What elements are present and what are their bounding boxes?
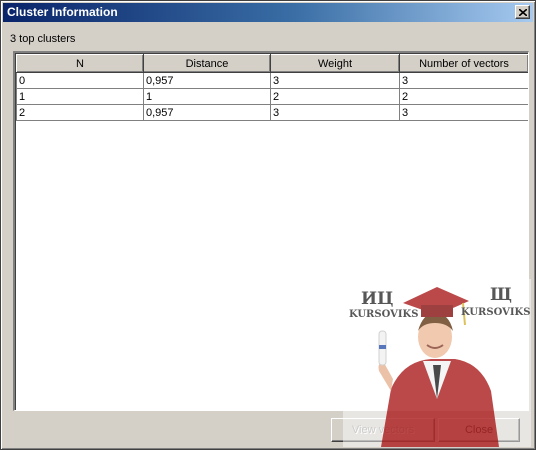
column-header-number-of-vectors[interactable]: Number of vectors — [399, 54, 528, 73]
table-row[interactable]: 0 0,957 3 3 — [16, 72, 528, 89]
cell-number-of-vectors: 2 — [399, 88, 528, 105]
column-header-distance[interactable]: Distance — [143, 54, 271, 73]
close-x-icon — [519, 9, 527, 16]
cell-n: 0 — [16, 72, 144, 89]
cell-distance: 0,957 — [143, 104, 271, 121]
table-row[interactable]: 1 1 2 2 — [16, 88, 528, 105]
table-header-row: N Distance Weight Number of vectors — [16, 54, 528, 73]
cell-weight: 2 — [270, 88, 400, 105]
close-button[interactable]: Close — [438, 418, 520, 442]
clusters-table-panel[interactable]: N Distance Weight Number of vectors 0 0,… — [13, 51, 529, 411]
close-window-button[interactable] — [515, 5, 530, 19]
clusters-caption: 3 top clusters — [10, 33, 76, 45]
cell-weight: 3 — [270, 104, 400, 121]
title-bar[interactable]: Cluster Information — [3, 3, 533, 22]
column-header-weight[interactable]: Weight — [270, 54, 400, 73]
cell-distance: 0,957 — [143, 72, 271, 89]
cell-number-of-vectors: 3 — [399, 104, 528, 121]
cell-n: 2 — [16, 104, 144, 121]
cluster-information-dialog: Cluster Information 3 top clusters N Dis… — [0, 0, 536, 450]
cell-number-of-vectors: 3 — [399, 72, 528, 89]
clusters-table: N Distance Weight Number of vectors 0 0,… — [16, 54, 528, 121]
column-header-n[interactable]: N — [16, 54, 144, 73]
table-row[interactable]: 2 0,957 3 3 — [16, 104, 528, 121]
view-vectors-button[interactable]: View vectors — [331, 418, 435, 442]
cell-distance: 1 — [143, 88, 271, 105]
cell-n: 1 — [16, 88, 144, 105]
cell-weight: 3 — [270, 72, 400, 89]
window-title: Cluster Information — [7, 5, 118, 19]
